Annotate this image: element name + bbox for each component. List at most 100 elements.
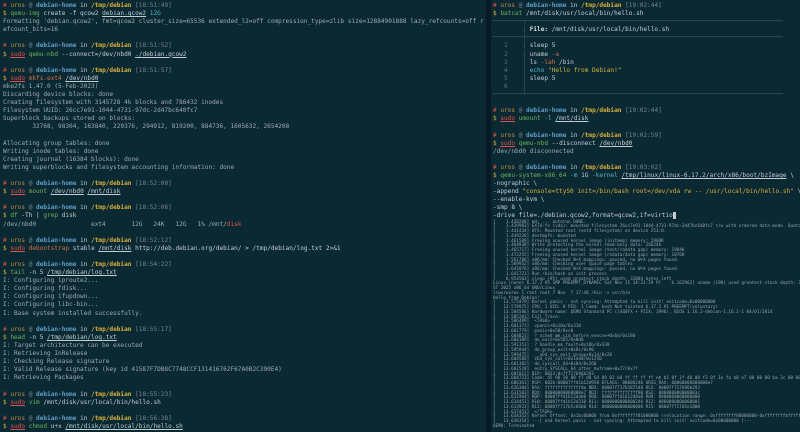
prompt-timestamp: [19:03:02] [625,164,662,171]
prompt-user: uros [10,326,28,333]
prompt-cwd: /tmp/debian [91,326,135,333]
prompt-user: uros [10,42,28,49]
prompt-timestamp: [18:51:57] [135,67,172,74]
command-line: $ sudo debootstrap stable /mnt/disk http… [3,245,486,253]
blank-line [3,132,486,140]
prompt-timestamp: [18:55:17] [135,326,172,333]
prompt-line: # uros @ debian-home in /tmp/debian [18:… [3,261,486,269]
output-line: /dev/nbd0 disconnected [493,148,800,156]
prompt-host: debian-home [36,415,80,422]
prompt-user: uros [10,2,28,9]
prompt-host: debian-home [36,237,80,244]
prompt-host: debian-home [526,107,570,114]
output-line: I: Configuring libc-bin... [3,301,486,309]
terminal-pane-right[interactable]: # uros @ debian-home in /tmp/debian [19:… [493,0,800,432]
prompt-cwd: /tmp/debian [581,107,625,114]
command-line: $ df -Th | grep disk [3,212,486,220]
prompt-cwd: /tmp/debian [91,42,135,49]
output-line: 4 │ echo "Hello from Debian!" [493,67,800,75]
blank-line [3,172,486,180]
output-line: I: Retrieving Packages [3,374,486,382]
command-line: $ qemu-img create -f qcow2 debian.qcow2 … [3,10,486,18]
prompt-user: uros [10,391,28,398]
terminal-pane-left[interactable]: # uros @ debian-home in /tmp/debian [18:… [3,0,486,432]
prompt-cwd: /tmp/debian [91,204,135,211]
output-line: Filesystem UUID: 26cc7e91-1044-4731-97dc… [3,107,486,115]
blank-line [3,407,486,415]
kernel-log-line: QEMU: Terminated [493,425,800,430]
blank-line [493,156,800,164]
prompt-line: # uros @ debian-home in /tmp/debian [18:… [3,391,486,399]
prompt-host: debian-home [526,2,570,9]
command-line: $ sudo mount /dev/nbd0 /mnt/disk [3,188,486,196]
prompt-timestamp: [18:55:23] [135,391,172,398]
output-line: I: Valid Release signature (key id 41587… [3,366,486,374]
prompt-cwd: /tmp/debian [91,237,135,244]
command-line: $ sudo qemu-nbd --disconnect /dev/nbd0 [493,140,800,148]
prompt-timestamp: [18:52:06] [135,204,172,211]
command-line: $ sudo chmod u+x /mnt/disk/usr/local/bin… [3,423,486,431]
prompt-host: debian-home [526,132,570,139]
prompt-line: # uros @ debian-home in /tmp/debian [18:… [3,237,486,245]
tmux-terminal: # uros @ debian-home in /tmp/debian [18:… [0,0,800,432]
output-line: 2 │ uname -a [493,51,800,59]
prompt-host: debian-home [36,67,80,74]
prompt-line: # uros @ debian-home in /tmp/debian [19:… [493,107,800,115]
output-line: Writing inode tables: done [3,148,486,156]
prompt-cwd: /tmp/debian [91,261,135,268]
prompt-line: # uros @ debian-home in /tmp/debian [18:… [3,326,486,334]
prompt-cwd: /tmp/debian [581,164,625,171]
prompt-line: # uros @ debian-home in /tmp/debian [18:… [3,415,486,423]
prompt-line: # uros @ debian-home in /tmp/debian [19:… [493,2,800,10]
command-line: $ head -n 5 /tmp/debian/log.txt [3,334,486,342]
prompt-timestamp: [18:52:12] [135,237,172,244]
blank-line [3,229,486,237]
pane-divider[interactable] [486,0,491,432]
prompt-user: uros [10,180,28,187]
prompt-line: # uros @ debian-home in /tmp/debian [18:… [3,42,486,50]
output-line: Superblock backups stored on blocks: [3,115,486,123]
output-line: I: Target architecture can be executed [3,342,486,350]
output-line: I: Configuring fdisk... [3,285,486,293]
prompt-cwd: /tmp/debian [91,2,135,9]
prompt-timestamp: [18:51:49] [135,2,172,9]
prompt-host: debian-home [526,164,570,171]
prompt-host: debian-home [36,180,80,187]
command-line: $ batcat /mnt/disk/usr/local/bin/hello.s… [493,10,800,18]
prompt-user: uros [10,261,28,268]
output-line: /dev/nbd0 ext4 12G 24K 12G 1% /mnt/disk [3,221,486,229]
output-line: mke2fs 1.47.0 (5-Feb-2023) [3,83,486,91]
output-line: -append "console=ttyS0 init=/bin/bash ro… [493,188,800,196]
prompt-timestamp: [19:02:44] [625,2,662,9]
output-line: 6 │ [493,83,800,91]
prompt-line: # uros @ debian-home in /tmp/debian [18:… [3,2,486,10]
blank-line [3,382,486,390]
prompt-line: # uros @ debian-home in /tmp/debian [19:… [493,164,800,172]
prompt-cwd: /tmp/debian [581,132,625,139]
prompt-cwd: /tmp/debian [91,67,135,74]
output-line: 3 │ ls -lah /bin [493,59,800,67]
prompt-cwd: /tmp/debian [91,415,135,422]
prompt-host: debian-home [36,261,80,268]
prompt-user: uros [10,415,28,422]
prompt-host: debian-home [36,42,80,49]
blank-line [493,99,800,107]
blank-line [493,123,800,131]
prompt-timestamp: [18:52:00] [135,180,172,187]
prompt-timestamp: [18:51:52] [135,42,172,49]
blank-line [3,253,486,261]
prompt-user: uros [500,132,518,139]
prompt-cwd: /tmp/debian [581,2,625,9]
output-line: Writing superblocks and filesystem accou… [3,164,486,172]
command-line: $ sudo mkfs.ext4 /dev/nbd0 [3,75,486,83]
command-line: $ sudo vim /mnt/disk/usr/local/bin/hello… [3,399,486,407]
prompt-user: uros [500,164,518,171]
prompt-timestamp: [18:54:22] [135,261,172,268]
prompt-user: uros [10,237,28,244]
output-line: I: Configuring ifupdown... [3,293,486,301]
command-line: $ tail -n 5 /tmp/debian/log.txt [3,269,486,277]
prompt-host: debian-home [36,204,80,211]
prompt-line: # uros @ debian-home in /tmp/debian [19:… [493,132,800,140]
prompt-timestamp: [19:02:59] [625,132,662,139]
qemu-boot-output: [ 1.438268] md: ... autorun DONE.[ 1.439… [493,221,800,430]
